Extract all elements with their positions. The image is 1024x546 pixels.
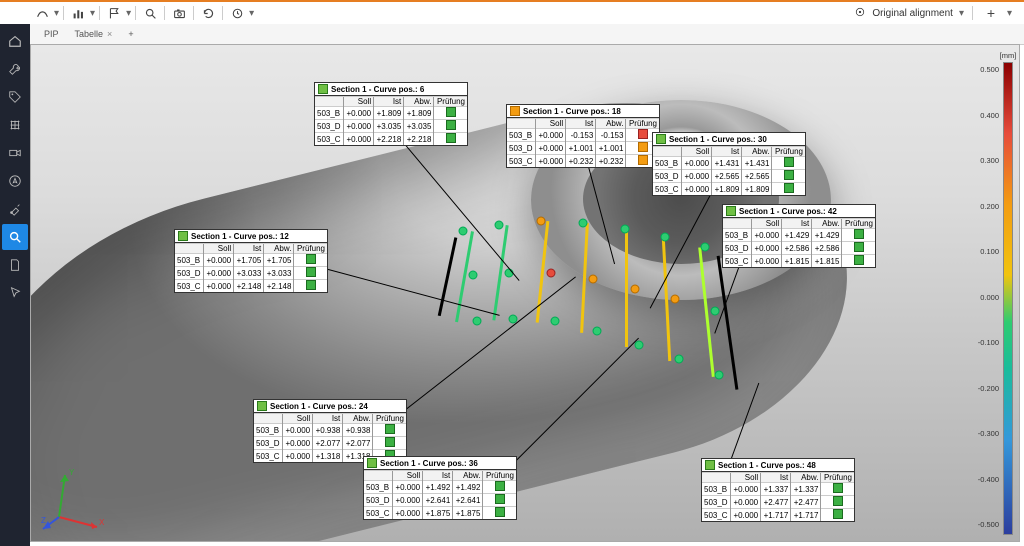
top-toolbar: ▾ ▾ ▾ ▾ Original alignment ▾ + ▾ (0, 2, 1024, 25)
callout-header: Section 1 - Curve pos.: 30 (653, 133, 805, 146)
table-row: 503_D+0.000+3.035+3.035 (315, 120, 467, 133)
table-row: 503_C+0.000+1.815+1.815 (723, 255, 875, 268)
dropdown-caret-icon[interactable]: ▾ (959, 8, 964, 19)
dropdown-caret-icon[interactable]: ▾ (249, 8, 254, 19)
colour-scale: [mm] 0.5000.4000.3000.2000.1000.000-0.10… (1001, 51, 1015, 535)
tab-add[interactable]: + (122, 27, 139, 41)
camera-icon[interactable] (169, 3, 189, 23)
scale-bar (1003, 62, 1013, 535)
dropdown-caret-icon[interactable]: ▾ (1007, 8, 1012, 19)
table-row: 503_D+0.000+2.477+2.477 (702, 496, 854, 509)
table-row: 503_D+0.000+2.586+2.586 (723, 242, 875, 255)
refresh-icon[interactable] (198, 3, 218, 23)
table-row: 503_C+0.000+0.232+0.232 (507, 155, 659, 168)
callout-c6[interactable]: Section 1 - Curve pos.: 6SollIstAbw.Prüf… (314, 82, 468, 146)
scale-tick: 0.100 (978, 247, 999, 256)
table-row: 503_B+0.000+0.938+0.938 (254, 424, 406, 437)
wrench-icon[interactable] (2, 56, 28, 82)
callout-c18[interactable]: Section 1 - Curve pos.: 18SollIstAbw.Prü… (506, 104, 660, 168)
table-row: 503_D+0.000+2.077+2.077 (254, 437, 406, 450)
svg-text:X: X (99, 518, 105, 527)
table-row: 503_B+0.000-0.153-0.153 (507, 129, 659, 142)
callout-header: Section 1 - Curve pos.: 6 (315, 83, 467, 96)
table-row: 503_D+0.000+2.565+2.565 (653, 170, 805, 183)
table-row: 503_D+0.000+1.001+1.001 (507, 142, 659, 155)
table-row: 503_C+0.000+1.809+1.809 (653, 183, 805, 196)
callout-c36[interactable]: Section 1 - Curve pos.: 36SollIstAbw.Prü… (363, 456, 517, 520)
search-sidebar-icon[interactable] (2, 224, 28, 250)
document-icon[interactable] (2, 252, 28, 278)
scale-tick: 0.300 (978, 156, 999, 165)
dropdown-caret-icon[interactable]: ▾ (54, 8, 59, 19)
table-row: 503_C+0.000+1.717+1.717 (702, 509, 854, 522)
scale-tick: 0.200 (978, 202, 999, 211)
3d-viewport[interactable]: Section 1 - Curve pos.: 6SollIstAbw.Prüf… (30, 44, 1020, 542)
history-icon[interactable] (227, 3, 247, 23)
scale-tick: -0.100 (978, 338, 999, 347)
callout-header: Section 1 - Curve pos.: 48 (702, 459, 854, 472)
callout-header: Section 1 - Curve pos.: 36 (364, 457, 516, 470)
svg-text:Z: Z (41, 516, 46, 525)
scale-tick: -0.400 (978, 475, 999, 484)
table-row: 503_D+0.000+3.033+3.033 (175, 267, 327, 280)
table-row: 503_B+0.000+1.431+1.431 (653, 157, 805, 170)
callout-c48[interactable]: Section 1 - Curve pos.: 48SollIstAbw.Prü… (701, 458, 855, 522)
chart-icon[interactable] (68, 3, 88, 23)
tab-pip[interactable]: PIP (38, 27, 65, 41)
svg-text:Y: Y (69, 468, 75, 477)
table-row: 503_B+0.000+1.809+1.809 (315, 107, 467, 120)
callout-header: Section 1 - Curve pos.: 24 (254, 400, 406, 413)
scale-unit: [mm] (1000, 51, 1017, 60)
scale-tick: -0.500 (978, 520, 999, 529)
table-row: 503_B+0.000+1.705+1.705 (175, 254, 327, 267)
table-row: 503_B+0.000+1.337+1.337 (702, 483, 854, 496)
probe-icon[interactable] (2, 196, 28, 222)
close-icon[interactable]: × (107, 29, 112, 39)
tab-strip: PIP Tabelle× + (30, 24, 1024, 45)
dropdown-caret-icon[interactable]: ▾ (126, 8, 131, 19)
video-icon[interactable] (2, 140, 28, 166)
table-row: 503_C+0.000+2.218+2.218 (315, 133, 467, 146)
alignment-label[interactable]: Original alignment (872, 8, 953, 19)
compass-icon[interactable] (2, 168, 28, 194)
callout-header: Section 1 - Curve pos.: 12 (175, 230, 327, 243)
callout-c12[interactable]: Section 1 - Curve pos.: 12SollIstAbw.Prü… (174, 229, 328, 293)
callout-header: Section 1 - Curve pos.: 42 (723, 205, 875, 218)
grid-icon[interactable] (2, 112, 28, 138)
callout-c30[interactable]: Section 1 - Curve pos.: 30SollIstAbw.Prü… (652, 132, 806, 196)
tag-icon[interactable] (2, 84, 28, 110)
tool-curve-icon[interactable] (32, 3, 52, 23)
scale-tick: -0.200 (978, 384, 999, 393)
home-icon[interactable] (2, 28, 28, 54)
add-icon[interactable]: + (981, 3, 1001, 23)
callout-c24[interactable]: Section 1 - Curve pos.: 24SollIstAbw.Prü… (253, 399, 407, 463)
scale-tick: 0.500 (978, 65, 999, 74)
tab-tabelle[interactable]: Tabelle× (69, 27, 119, 41)
table-row: 503_B+0.000+1.492+1.492 (364, 481, 516, 494)
axis-triad: X Y Z (39, 465, 109, 535)
table-row: 503_D+0.000+2.641+2.641 (364, 494, 516, 507)
callout-c42[interactable]: Section 1 - Curve pos.: 42SollIstAbw.Prü… (722, 204, 876, 268)
table-row: 503_B+0.000+1.429+1.429 (723, 229, 875, 242)
scale-tick: -0.300 (978, 429, 999, 438)
table-row: 503_C+0.000+1.875+1.875 (364, 507, 516, 520)
scale-tick: 0.000 (978, 293, 999, 302)
callout-header: Section 1 - Curve pos.: 18 (507, 105, 659, 118)
flag-icon[interactable] (104, 3, 124, 23)
alignment-target-icon[interactable] (854, 6, 866, 21)
left-sidebar (0, 24, 30, 546)
pointer-icon[interactable] (2, 280, 28, 306)
dropdown-caret-icon[interactable]: ▾ (90, 8, 95, 19)
search-icon[interactable] (140, 3, 160, 23)
scale-tick: 0.400 (978, 111, 999, 120)
table-row: 503_C+0.000+2.148+2.148 (175, 280, 327, 293)
